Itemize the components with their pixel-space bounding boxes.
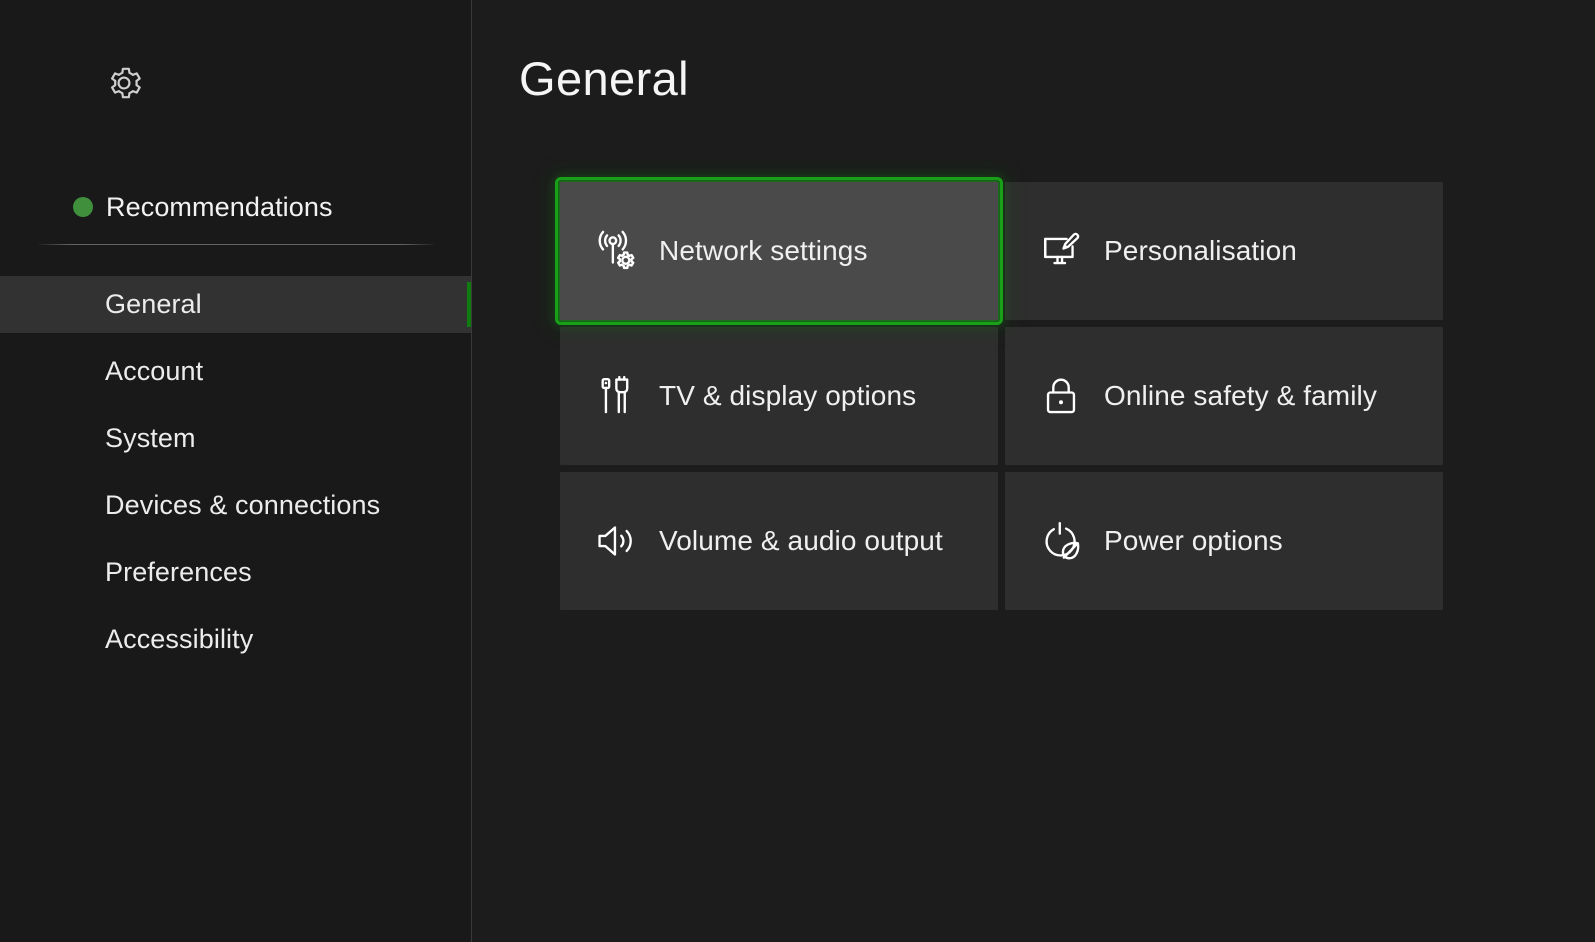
settings-tile-grid: Network settings Personalisation <box>560 182 1528 610</box>
tile-label: Personalisation <box>1104 237 1297 265</box>
tile-label: Online safety & family <box>1104 382 1377 410</box>
sidebar-item-devices-connections[interactable]: Devices & connections <box>0 477 472 534</box>
page-title: General <box>519 55 689 102</box>
sidebar-item-label: Preferences <box>105 559 252 586</box>
tile-label: Power options <box>1104 527 1283 555</box>
settings-screen: Recommendations General Account System D… <box>0 0 1595 942</box>
cables-icon <box>593 373 639 419</box>
sidebar: Recommendations General Account System D… <box>0 0 472 942</box>
sidebar-item-label: Accessibility <box>105 626 253 653</box>
sidebar-item-label: Account <box>105 358 203 385</box>
personalisation-icon <box>1038 228 1084 274</box>
sidebar-item-label: Devices & connections <box>105 492 380 519</box>
tile-network-settings[interactable]: Network settings <box>560 182 998 320</box>
sidebar-item-label: System <box>105 425 196 452</box>
speaker-icon <box>593 518 639 564</box>
tile-volume-audio-output[interactable]: Volume & audio output <box>560 472 998 610</box>
sidebar-item-recommendations[interactable]: Recommendations <box>0 186 472 228</box>
sidebar-item-preferences[interactable]: Preferences <box>0 544 472 601</box>
lock-icon <box>1038 373 1084 419</box>
sidebar-item-label: General <box>105 291 202 318</box>
sidebar-item-label: Recommendations <box>106 194 333 221</box>
sidebar-divider <box>38 244 435 245</box>
sidebar-item-accessibility[interactable]: Accessibility <box>0 611 472 668</box>
tile-label: Volume & audio output <box>659 527 943 555</box>
recommendations-status-dot <box>73 197 93 217</box>
tile-label: TV & display options <box>659 382 916 410</box>
sidebar-item-system[interactable]: System <box>0 410 472 467</box>
power-leaf-icon <box>1038 518 1084 564</box>
tile-tv-display-options[interactable]: TV & display options <box>560 327 998 465</box>
sidebar-item-account[interactable]: Account <box>0 343 472 400</box>
tile-power-options[interactable]: Power options <box>1005 472 1443 610</box>
tile-personalisation[interactable]: Personalisation <box>1005 182 1443 320</box>
main-panel: General Network settings <box>472 0 1595 942</box>
network-settings-icon <box>593 228 639 274</box>
sidebar-item-general[interactable]: General <box>0 276 472 333</box>
gear-icon <box>103 62 145 104</box>
tile-online-safety-family[interactable]: Online safety & family <box>1005 327 1443 465</box>
tile-label: Network settings <box>659 237 868 265</box>
